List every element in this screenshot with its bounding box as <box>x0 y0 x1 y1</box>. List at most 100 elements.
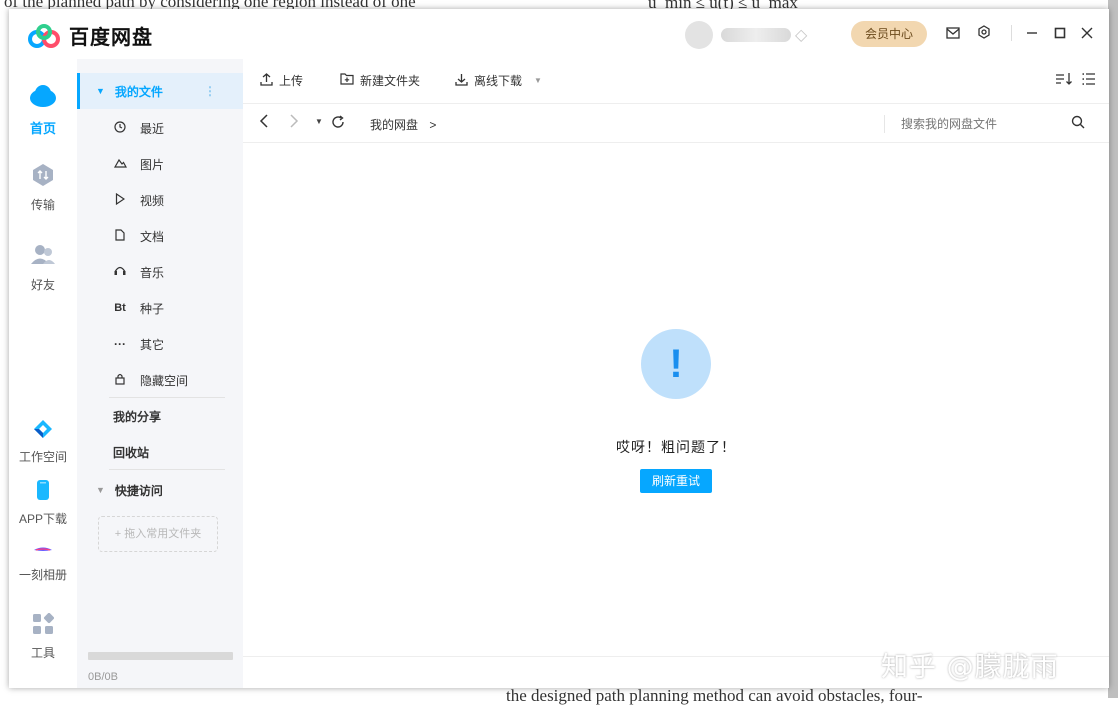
upload-label: 上传 <box>279 74 304 88</box>
sidebar-item-others[interactable]: ··· 其它 <box>77 328 243 360</box>
sidebar-item-videos[interactable]: 视频 <box>77 184 243 216</box>
sidebar-item-label: 音乐 <box>140 265 165 280</box>
main-content: 上传 新建文件夹 离线下载 ▼ ▼ 我的网盘 > 搜索我的网盘文件 ! 哎呀！粗… <box>243 59 1109 688</box>
headphones-icon <box>113 265 127 279</box>
transfer-icon <box>33 164 53 186</box>
more-icon: ··· <box>114 337 126 351</box>
workspace-icon <box>34 420 52 438</box>
image-icon <box>113 157 127 171</box>
nav-workspace-label: 工作空间 <box>18 450 67 464</box>
new-folder-button[interactable]: 新建文件夹 <box>340 72 420 89</box>
nav-transfer-label: 传输 <box>30 198 55 212</box>
nav-album-label: 一刻相册 <box>18 568 67 582</box>
sidebar-item-label: 我的分享 <box>113 409 162 424</box>
sidebar-item-label: 视频 <box>140 193 165 208</box>
sidebar-item-label: 文档 <box>140 229 165 244</box>
error-message: 哎呀！粗问题了！ <box>616 439 736 455</box>
sidebar-item-recent[interactable]: 最近 <box>77 112 243 144</box>
nav-tools[interactable]: 工具 <box>9 612 77 661</box>
sidebar-item-torrents[interactable]: Bt 种子 <box>77 292 243 324</box>
search-input[interactable] <box>899 112 1073 136</box>
maximize-icon[interactable] <box>1051 25 1069 43</box>
nav-home[interactable]: 首页 <box>9 83 77 137</box>
sidebar-item-label: 种子 <box>140 301 165 316</box>
sidebar-item-music[interactable]: 音乐 <box>77 256 243 288</box>
clock-icon <box>113 120 127 136</box>
refresh-icon[interactable] <box>331 115 345 134</box>
left-navigation: 首页 传输 好友 工作空间 APP下载 一刻相册 工具 <box>9 59 77 688</box>
vip-diamond-icon: ◇ <box>795 27 808 44</box>
breadcrumb: 我的网盘 > <box>370 116 436 133</box>
friends-icon <box>31 245 55 264</box>
sidebar-item-label: 最近 <box>140 121 165 136</box>
cloud-icon <box>30 85 56 107</box>
sidebar-item-label: 回收站 <box>113 445 150 460</box>
sidebar-divider <box>109 469 225 470</box>
new-folder-label: 新建文件夹 <box>360 74 421 88</box>
quick-access-drop-zone[interactable]: + 拖入常用文件夹 <box>98 516 218 552</box>
title-bar: 百度网盘 ◇ 会员中心 <box>9 9 1109 59</box>
sidebar-item-my-share[interactable]: 我的分享 <box>77 400 243 432</box>
search-icon[interactable] <box>1071 115 1087 131</box>
sidebar-item-quick-access[interactable]: ▼ 快捷访问 <box>77 474 243 506</box>
sidebar-item-documents[interactable]: 文档 <box>77 220 243 252</box>
background-scrollbar <box>1108 0 1118 698</box>
close-icon[interactable] <box>1078 25 1096 43</box>
nav-transfer[interactable]: 传输 <box>9 163 77 213</box>
sidebar-item-hidden-space[interactable]: 隐藏空间 <box>77 364 243 396</box>
back-arrow-icon[interactable] <box>259 113 269 134</box>
document-icon <box>113 228 127 244</box>
storage-usage-text: 0B/0B <box>88 671 118 683</box>
offline-download-label: 离线下载 <box>474 74 523 88</box>
background-text-bottom: the designed path planning method can av… <box>506 686 923 705</box>
sidebar-my-files-label: 我的文件 <box>114 84 163 99</box>
sidebar-item-label: 隐藏空间 <box>140 373 189 388</box>
forward-arrow-icon[interactable] <box>289 113 299 134</box>
sidebar-item-recycle-bin[interactable]: 回收站 <box>77 436 243 468</box>
file-sidebar: ▼ 我的文件 ⋮ 最近 图片 视频 文档 音乐 Bt 种子 ··· 其它 隐藏空… <box>77 59 243 688</box>
caret-down-icon: ▼ <box>96 86 105 96</box>
sort-icon[interactable] <box>1055 72 1073 91</box>
history-dropdown-icon[interactable]: ▼ <box>315 117 323 126</box>
user-profile[interactable]: ◇ <box>685 21 807 49</box>
phone-icon <box>37 480 49 500</box>
upload-button[interactable]: 上传 <box>260 72 303 89</box>
path-bar: ▼ 我的网盘 > <box>243 104 1109 143</box>
refresh-retry-button[interactable]: 刷新重试 <box>639 469 712 493</box>
toolbar: 上传 新建文件夹 离线下载 ▼ <box>243 59 1109 104</box>
nav-album[interactable]: 一刻相册 <box>9 543 77 583</box>
minimize-icon[interactable] <box>1023 25 1041 43</box>
baidu-cloud-logo-icon <box>27 23 63 49</box>
upload-icon <box>260 72 273 89</box>
avatar[interactable] <box>685 21 713 49</box>
username-blurred <box>721 28 791 42</box>
tools-icon <box>33 612 55 634</box>
sidebar-item-my-files[interactable]: ▼ 我的文件 ⋮ <box>77 73 243 109</box>
nav-friends-label: 好友 <box>30 278 55 292</box>
search-divider <box>884 115 885 133</box>
dropdown-arrow-icon[interactable]: ▼ <box>534 76 542 85</box>
sidebar-item-label: 图片 <box>140 157 165 172</box>
breadcrumb-separator: > <box>429 118 437 132</box>
settings-icon[interactable] <box>975 25 993 43</box>
breadcrumb-root[interactable]: 我的网盘 <box>370 118 418 132</box>
app-window: 百度网盘 ◇ 会员中心 首页 传输 好友 工作空间 APP下载 一刻相册 工具 … <box>9 9 1109 688</box>
nav-workspace[interactable]: 工作空间 <box>9 419 77 465</box>
list-view-icon[interactable] <box>1082 72 1096 91</box>
sidebar-item-label: 其它 <box>140 337 165 352</box>
sidebar-item-label: 快捷访问 <box>114 483 163 498</box>
kebab-menu-icon[interactable]: ⋮ <box>204 84 216 98</box>
nav-friends[interactable]: 好友 <box>9 243 77 293</box>
sidebar-item-images[interactable]: 图片 <box>77 148 243 180</box>
nav-app-download[interactable]: APP下载 <box>9 479 77 527</box>
caret-down-icon: ▼ <box>96 485 105 495</box>
mail-icon[interactable] <box>944 25 962 43</box>
new-folder-icon <box>340 73 354 88</box>
warning-icon: ! <box>641 329 711 399</box>
storage-usage-bar <box>88 652 233 660</box>
vip-center-button[interactable]: 会员中心 <box>851 21 927 47</box>
nav-app-download-label: APP下载 <box>18 512 67 526</box>
offline-download-button[interactable]: 离线下载 ▼ <box>455 72 542 89</box>
zhihu-watermark: 知乎 @朦胧雨 <box>881 652 1059 683</box>
sidebar-divider <box>109 397 225 398</box>
